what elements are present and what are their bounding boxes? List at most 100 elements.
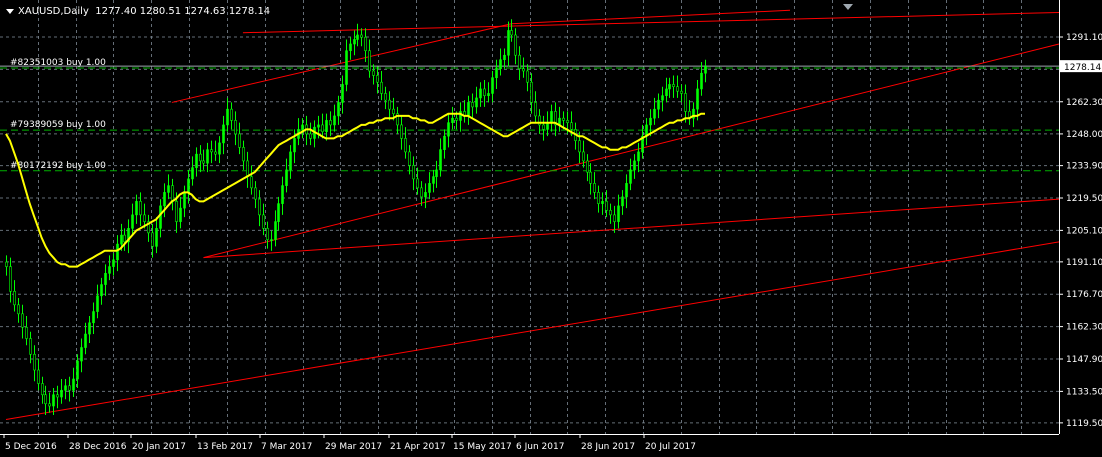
candle (700, 72, 703, 90)
price-tick-label: 1291.10 (1066, 33, 1102, 43)
candle (649, 117, 652, 126)
candle (696, 88, 699, 110)
candle (483, 88, 486, 96)
chart-menu-icon[interactable] (6, 8, 14, 14)
candle (108, 266, 111, 274)
candle (372, 70, 375, 76)
candle (518, 54, 521, 70)
candle (400, 124, 403, 139)
candle (76, 360, 79, 380)
chart-window[interactable]: #82351003 buy 1.00 #79389059 buy 1.00 #801… (0, 0, 1102, 457)
candle (424, 192, 427, 198)
candle (80, 347, 83, 362)
candle (333, 115, 336, 126)
candle (412, 165, 415, 180)
candle (25, 326, 28, 339)
candle (84, 333, 87, 348)
candle (665, 88, 668, 96)
price-tick-label: 1191.10 (1066, 258, 1102, 268)
time-tick-label: 6 Jun 2017 (516, 442, 564, 452)
candle (33, 353, 36, 371)
candle (495, 68, 498, 78)
candle (633, 160, 636, 171)
candle (582, 151, 585, 162)
candle (408, 151, 411, 166)
candle (566, 120, 569, 123)
candle (266, 228, 269, 240)
candle (613, 214, 616, 222)
trendline[interactable] (511, 9, 791, 25)
price-tick-label: 1176.70 (1066, 290, 1102, 300)
candle (550, 111, 553, 123)
candle (56, 394, 59, 398)
candle (353, 39, 356, 45)
candle (262, 214, 265, 229)
candle (52, 394, 55, 407)
candle (100, 284, 103, 297)
candle (668, 84, 671, 90)
candle (534, 102, 537, 117)
time-tick-label: 29 Mar 2017 (325, 442, 382, 452)
candle (210, 149, 213, 153)
trendline[interactable] (203, 43, 1060, 259)
trendline[interactable] (5, 241, 1060, 420)
candle (135, 201, 138, 216)
candle (139, 201, 142, 216)
price-tick-label: 1119.50 (1066, 419, 1102, 429)
candle (151, 232, 154, 247)
candle (455, 117, 458, 121)
candle (187, 178, 190, 193)
candle (443, 135, 446, 150)
candle (199, 153, 202, 162)
candle (112, 259, 115, 267)
price-tick-label: 1162.30 (1066, 323, 1102, 333)
candle (17, 304, 20, 315)
candle (530, 81, 533, 103)
candle (621, 196, 624, 207)
candle (593, 183, 596, 193)
candle (92, 311, 95, 324)
candle (637, 151, 640, 162)
order-label: #79389059 buy 1.00 (10, 120, 106, 130)
candle (41, 383, 44, 396)
chart-shift-icon[interactable] (843, 4, 853, 10)
candle (195, 153, 198, 168)
candle (376, 75, 379, 83)
candle (179, 207, 182, 222)
candle (435, 169, 438, 177)
candle (617, 205, 620, 222)
candle (542, 124, 545, 130)
candle (13, 291, 16, 306)
candle (420, 187, 423, 198)
candle (120, 234, 123, 245)
candle (475, 97, 478, 108)
candle (629, 169, 632, 184)
candle (329, 120, 332, 126)
candle (104, 273, 107, 285)
candle (601, 201, 604, 204)
trendline[interactable] (203, 198, 1060, 259)
time-tick-label: 13 Feb 2017 (197, 442, 253, 452)
candle (270, 239, 273, 241)
price-tick-label: 1233.90 (1066, 162, 1102, 172)
candle (364, 36, 367, 52)
candle (60, 389, 63, 398)
candle (526, 70, 529, 83)
candle (37, 369, 40, 384)
candle (384, 93, 387, 101)
candle (242, 147, 245, 162)
candle (471, 102, 474, 108)
candle (29, 338, 32, 355)
candle (605, 201, 608, 211)
price-tick-label: 1262.30 (1066, 98, 1102, 108)
candle (570, 122, 573, 130)
price-chart[interactable]: #82351003 buy 1.00#79389059 buy 1.00#801… (0, 0, 1102, 457)
price-tick-label: 1147.90 (1066, 355, 1102, 365)
candle (301, 124, 304, 130)
time-tick-label: 21 Apr 2017 (390, 442, 446, 452)
candle (214, 151, 217, 155)
candle (88, 322, 91, 335)
candle (254, 187, 257, 200)
candle (5, 261, 8, 267)
candle (380, 81, 383, 94)
